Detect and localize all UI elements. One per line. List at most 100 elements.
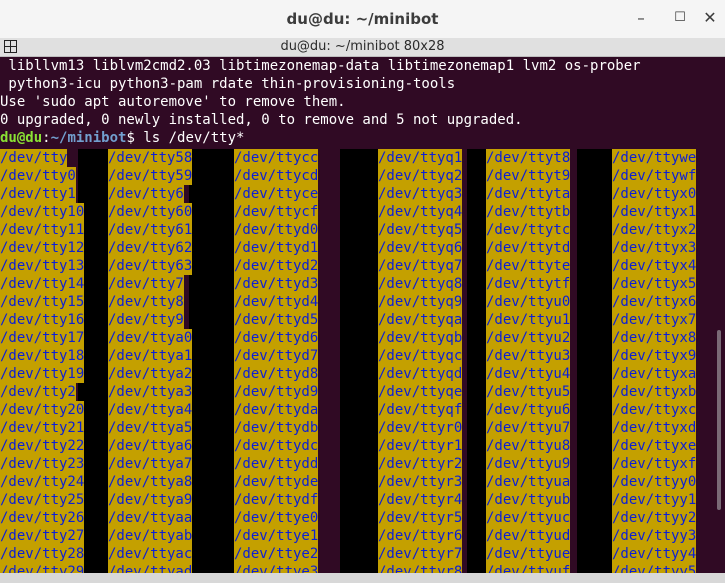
tty-entry: /dev/ttyd7 [234, 347, 319, 365]
tty-entry: /dev/ttytf [486, 275, 571, 293]
tty-entry: /dev/ttya8 [108, 473, 193, 491]
tty-entry: /dev/tty60 [108, 203, 193, 221]
prompt-user: du@du [0, 130, 43, 146]
tty-entry: /dev/ttyq2 [378, 167, 463, 185]
tty-entry: /dev/tty24 [0, 473, 85, 491]
tty-entry: /dev/ttyt9 [486, 167, 571, 185]
tty-entry: /dev/ttyu0 [486, 293, 571, 311]
tty-entry: /dev/tty14 [0, 275, 85, 293]
tty-entry: /dev/ttyx3 [612, 239, 697, 257]
tty-entry: /dev/tty22 [0, 437, 85, 455]
tty-entry: /dev/ttyad [108, 563, 193, 573]
tty-entry: /dev/ttyq4 [378, 203, 463, 221]
tty-entry: /dev/ttyda [234, 401, 319, 419]
tty-entry: /dev/ttyxb [612, 383, 697, 401]
tty-entry: /dev/ttyy3 [612, 527, 697, 545]
tty-entry: /dev/ttyx0 [612, 185, 697, 203]
tty-entry: /dev/ttye1 [234, 527, 319, 545]
terminal-subtitle: du@du: ~/minibot 80x28 [280, 39, 445, 54]
tty-entry: /dev/ttytc [486, 221, 571, 239]
title-bar: du@du: ~/minibot – ☐ ✕ [0, 0, 725, 39]
tty-entry: /dev/ttyd9 [234, 383, 319, 401]
tty-entry: /dev/tty25 [0, 491, 85, 509]
tty-entry: /dev/tty20 [0, 401, 85, 419]
tty-entry: /dev/ttydb [234, 419, 319, 437]
tty-entry: /dev/ttyce [234, 185, 319, 203]
close-button[interactable]: ✕ [697, 6, 723, 32]
tty-entry: /dev/ttyxe [612, 437, 697, 455]
column-gutter [189, 149, 234, 573]
tty-entry: /dev/ttye2 [234, 545, 319, 563]
tty-entry: /dev/tty58 [108, 149, 193, 167]
tty-entry: /dev/ttyue [486, 545, 571, 563]
tty-entry: /dev/tty19 [0, 365, 85, 383]
tty-entry: /dev/tty21 [0, 419, 85, 437]
tty-entry: /dev/ttyd6 [234, 329, 319, 347]
tty-entry: /dev/ttyte [486, 257, 571, 275]
tty-entry: /dev/ttyqa [378, 311, 463, 329]
tty-entry: /dev/ttyuc [486, 509, 571, 527]
tty-entry: /dev/ttyr5 [378, 509, 463, 527]
tty-entry: /dev/ttywf [612, 167, 697, 185]
tty-entry: /dev/ttya4 [108, 401, 193, 419]
tty-entry: /dev/ttyaa [108, 509, 193, 527]
tty-entry: /dev/ttyq9 [378, 293, 463, 311]
tty-entry: /dev/ttyxf [612, 455, 697, 473]
tty-entry: /dev/ttydc [234, 437, 319, 455]
tty-entry: /dev/ttyu8 [486, 437, 571, 455]
tty-entry: /dev/ttyqd [378, 365, 463, 383]
tty-entry: /dev/ttyu5 [486, 383, 571, 401]
tty-entry: /dev/ttyub [486, 491, 571, 509]
tty-entry: /dev/ttywe [612, 149, 697, 167]
tty-entry: /dev/ttydd [234, 455, 319, 473]
tty-entry: /dev/tty6 [108, 185, 184, 203]
tty-entry: /dev/ttyu2 [486, 329, 571, 347]
tty-entry: /dev/ttya3 [108, 383, 193, 401]
tty-entry: /dev/ttyt8 [486, 149, 571, 167]
bottom-edge [0, 573, 725, 583]
tty-entry: /dev/ttya7 [108, 455, 193, 473]
tty-entry: /dev/ttyq5 [378, 221, 463, 239]
column-gutter [467, 149, 486, 573]
terminal-tab-bar: du@du: ~/minibot 80x28 [0, 38, 725, 57]
tty-entry: /dev/ttyy2 [612, 509, 697, 527]
tty-entry: /dev/ttyx2 [612, 221, 697, 239]
tty-entry: /dev/ttyq3 [378, 185, 463, 203]
tty-entry: /dev/ttydf [234, 491, 319, 509]
tty-entry: /dev/ttyr1 [378, 437, 463, 455]
prompt-path: ~/minibot [50, 130, 127, 146]
tty-entry: /dev/ttyy4 [612, 545, 697, 563]
tty-entry: /dev/ttyu7 [486, 419, 571, 437]
terminal-output[interactable]: libllvm13 liblvm2cmd2.03 libtimezonemap-… [0, 57, 725, 573]
tty-entry: /dev/tty15 [0, 293, 85, 311]
tty-entry: /dev/ttyr6 [378, 527, 463, 545]
tty-entry: /dev/ttyd3 [234, 275, 319, 293]
tty-entry: /dev/ttyy0 [612, 473, 697, 491]
maximize-button[interactable]: ☐ [667, 6, 693, 32]
tty-entry: /dev/ttyy1 [612, 491, 697, 509]
tty-entry: /dev/ttyud [486, 527, 571, 545]
tty-entry: /dev/ttyd4 [234, 293, 319, 311]
output-line: libllvm13 liblvm2cmd2.03 libtimezonemap-… [0, 58, 641, 74]
tty-entry: /dev/ttycf [234, 203, 319, 221]
tty-entry: /dev/tty26 [0, 509, 85, 527]
prompt-command: $ ls /dev/tty* [126, 130, 245, 146]
tty-entry: /dev/ttyqf [378, 401, 463, 419]
window-title: du@du: ~/minibot [286, 10, 439, 28]
tty-entry: /dev/ttyxd [612, 419, 697, 437]
tty-entry: /dev/ttyd2 [234, 257, 319, 275]
tty-entry: /dev/tty62 [108, 239, 193, 257]
scrollbar-thumb[interactable] [717, 330, 721, 510]
tty-entry: /dev/ttyr2 [378, 455, 463, 473]
tty-entry: /dev/ttyqc [378, 347, 463, 365]
tty-entry: /dev/ttya0 [108, 329, 193, 347]
output-line: python3-icu python3-pam rdate thin-provi… [0, 76, 456, 92]
tty-entry: /dev/ttyqe [378, 383, 463, 401]
tty-entry: /dev/ttyab [108, 527, 193, 545]
tty-entry: /dev/tty2 [0, 383, 76, 401]
tty-entry: /dev/ttyuf [486, 563, 571, 573]
minimize-button[interactable]: – [628, 6, 654, 32]
column-gutter [577, 149, 612, 573]
tty-entry: /dev/ttyde [234, 473, 319, 491]
tty-entry: /dev/ttyta [486, 185, 571, 203]
